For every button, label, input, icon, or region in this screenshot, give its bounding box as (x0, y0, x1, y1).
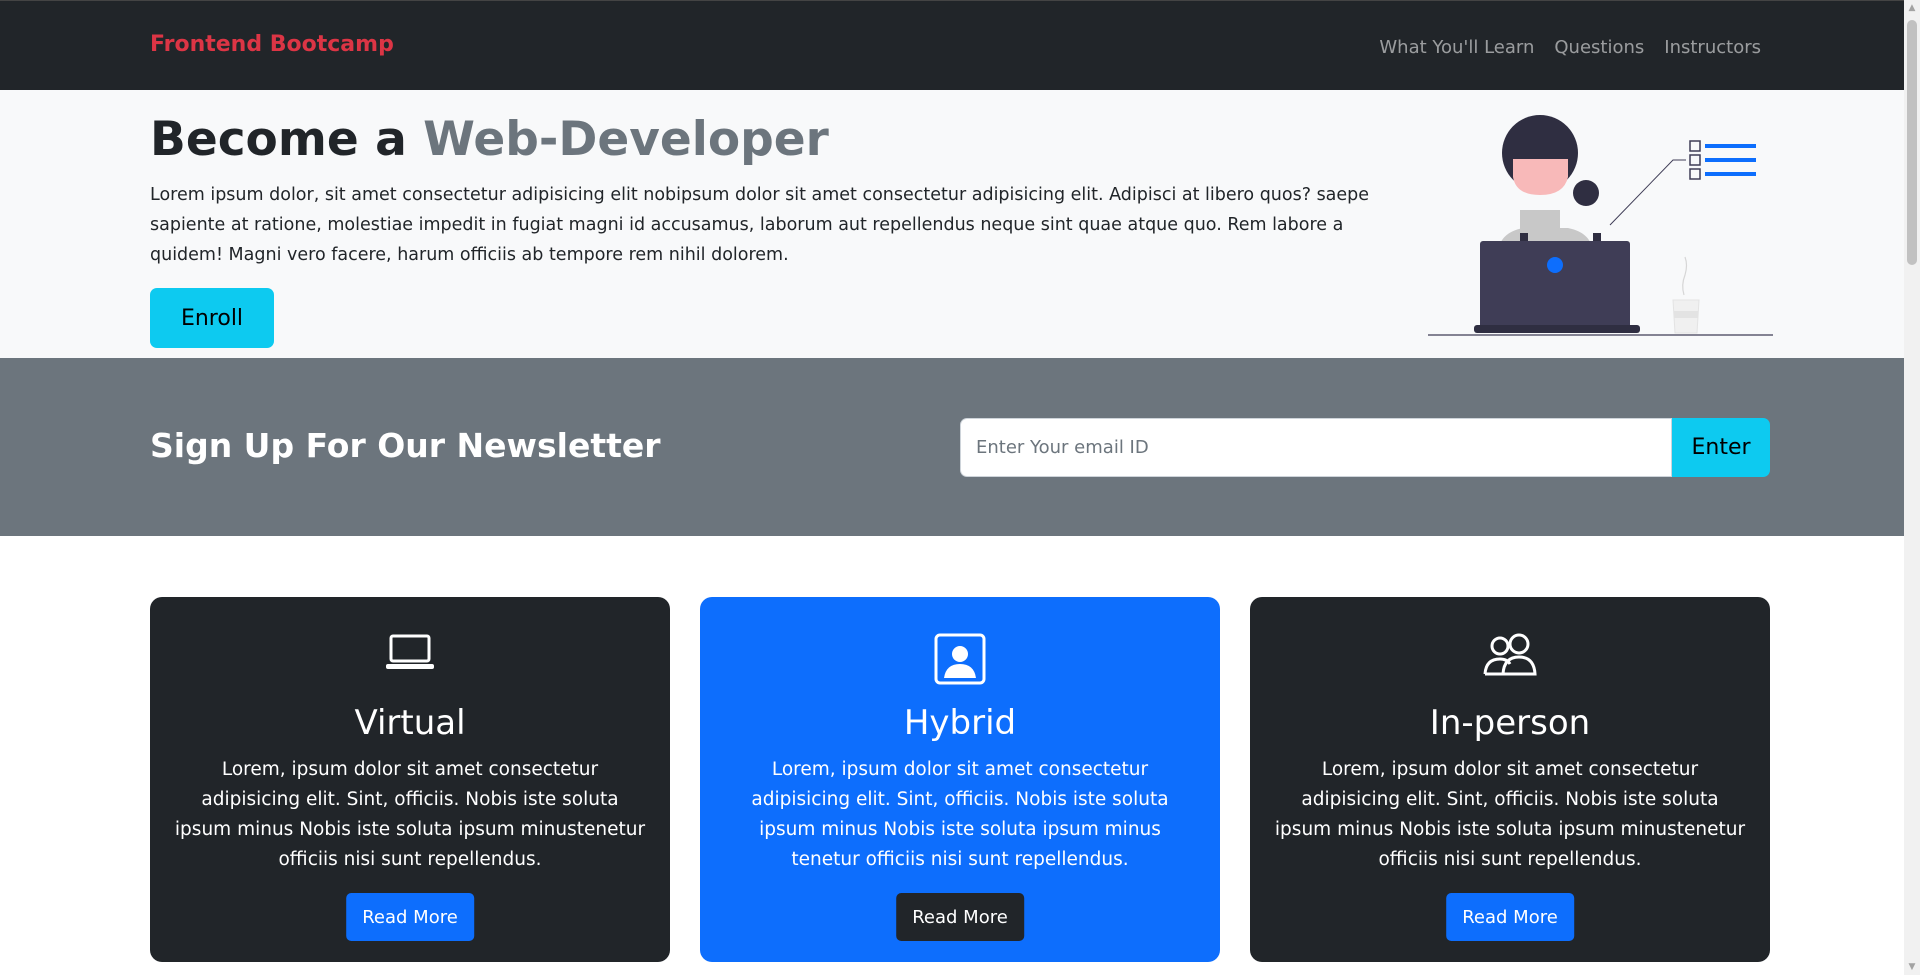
navbar: Frontend Bootcamp What You'll Learn Ques… (0, 0, 1904, 90)
card-title: Hybrid (903, 703, 1017, 743)
card-title: In-person (1429, 703, 1591, 743)
read-more-button[interactable]: Read More (1446, 893, 1574, 941)
hero-title: Become a Web-Developer (150, 112, 829, 167)
nav-link-instructors[interactable]: Instructors (1664, 37, 1761, 58)
card-text: Lorem, ipsum dolor sit amet consectetur … (751, 759, 1169, 870)
developer-illustration (1428, 115, 1773, 336)
card-virtual: Virtual Lorem, ipsum dolor sit amet cons… (150, 597, 670, 962)
scroll-down-arrow-icon[interactable]: ▼ (1904, 959, 1920, 975)
brand-link[interactable]: Frontend Bootcamp (150, 32, 394, 57)
nav-links: What You'll Learn Questions Instructors (1379, 37, 1761, 58)
email-input[interactable] (960, 418, 1672, 477)
nav-link-questions[interactable]: Questions (1554, 37, 1644, 58)
scrollbar-thumb[interactable] (1907, 20, 1917, 265)
read-more-button[interactable]: Read More (896, 893, 1024, 941)
vertical-scrollbar[interactable]: ▲ ▼ (1904, 0, 1920, 975)
enter-button[interactable]: Enter (1672, 418, 1770, 477)
enroll-button[interactable]: Enroll (150, 288, 274, 348)
laptop-icon (150, 633, 670, 673)
card-in-person: In-person Lorem, ipsum dolor sit amet co… (1250, 597, 1770, 962)
card-hybrid: Hybrid Lorem, ipsum dolor sit amet conse… (700, 597, 1220, 962)
newsletter-title: Sign Up For Our Newsletter (150, 426, 661, 465)
hero-title-plain: Become a (150, 112, 424, 167)
page: Frontend Bootcamp What You'll Learn Ques… (0, 0, 1904, 975)
newsletter-section: Sign Up For Our Newsletter Enter (0, 358, 1904, 536)
card-title: Virtual (354, 703, 466, 743)
people-icon (1250, 633, 1770, 677)
hero-title-accent: Web-Developer (423, 112, 829, 167)
scroll-up-arrow-icon[interactable]: ▲ (1904, 0, 1920, 16)
card-text: Lorem, ipsum dolor sit amet consectetur … (1274, 759, 1746, 870)
hero-description: Lorem ipsum dolor, sit amet consectetur … (150, 185, 1370, 265)
person-square-icon (700, 633, 1220, 685)
nav-link-what-youll-learn[interactable]: What You'll Learn (1379, 37, 1534, 58)
card-text: Lorem, ipsum dolor sit amet consectetur … (174, 759, 646, 870)
hero-section: Become a Web-Developer Lorem ipsum dolor… (0, 90, 1904, 358)
read-more-button[interactable]: Read More (346, 893, 474, 941)
